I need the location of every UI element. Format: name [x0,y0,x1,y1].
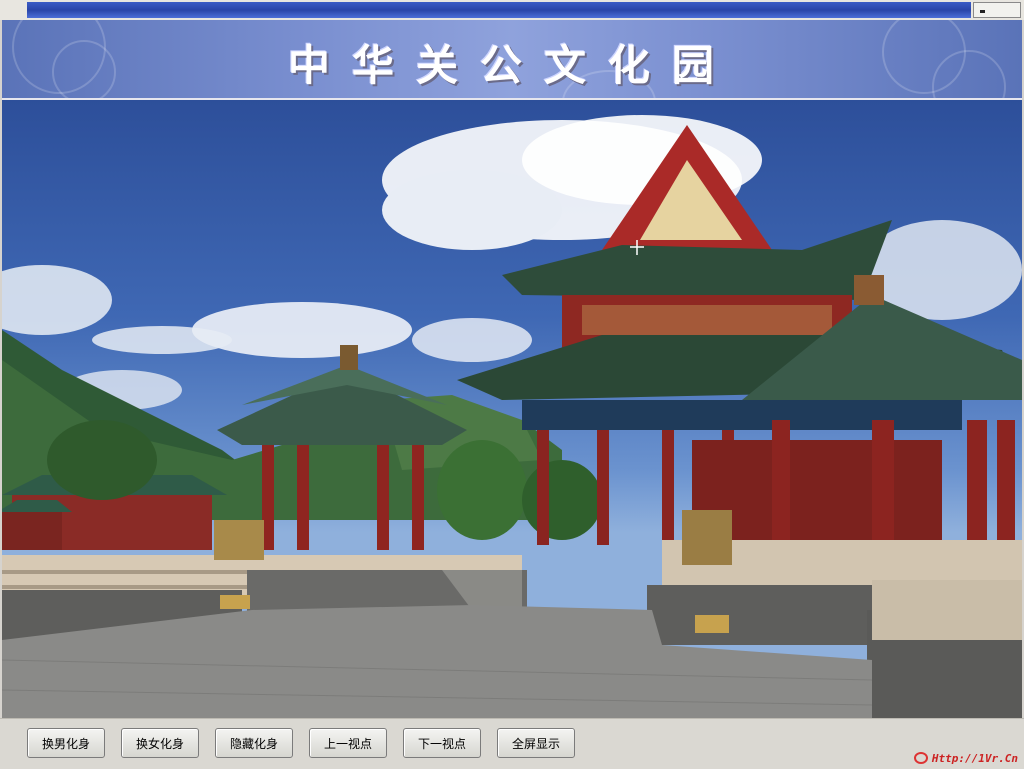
control-toolbar: 换男化身 换女化身 隐藏化身 上一视点 下一视点 全屏显示 Http://1Vr… [0,718,1024,769]
switch-female-avatar-button[interactable]: 换女化身 [121,728,199,758]
window-titlebar[interactable] [27,2,971,18]
switch-male-avatar-button[interactable]: 换男化身 [27,728,105,758]
next-viewpoint-button[interactable]: 下一视点 [403,728,481,758]
minimize-button[interactable] [973,2,1021,18]
fullscreen-button[interactable]: 全屏显示 [497,728,575,758]
site-logo[interactable]: Http://1Vr.Cn [913,749,1018,767]
hide-avatar-button[interactable]: 隐藏化身 [215,728,293,758]
header-banner: 中华关公文化园 [2,20,1022,100]
minimize-icon [980,10,985,13]
page-title: 中华关公文化园 [287,41,736,90]
1vr-logo-icon [913,752,928,764]
previous-viewpoint-button[interactable]: 上一视点 [309,728,387,758]
3d-viewport[interactable] [2,100,1022,718]
window-topbar [0,0,1024,20]
scene-render [2,115,1022,718]
site-url: Http://1Vr.Cn [931,751,1018,765]
